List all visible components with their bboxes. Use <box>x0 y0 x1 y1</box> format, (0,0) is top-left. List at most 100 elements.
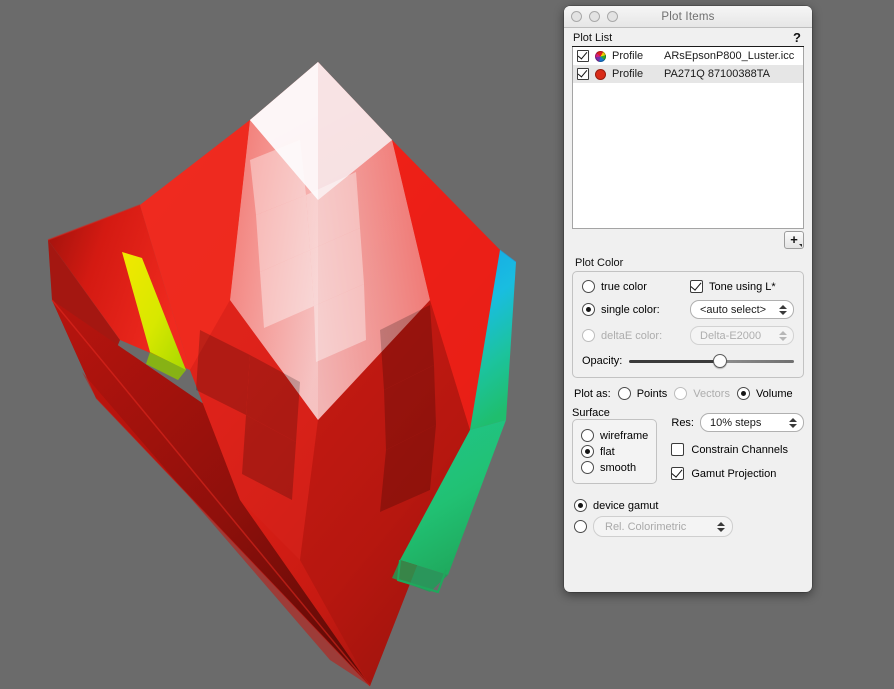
stepper-arrows-icon[interactable] <box>779 330 789 341</box>
plot-color-group: Plot Color true color Tone using L* sing… <box>572 257 804 378</box>
plot-as-volume-row[interactable]: Volume <box>736 387 793 400</box>
gamut-projection-row[interactable]: Gamut Projection <box>671 467 804 480</box>
res-value: 10% steps <box>710 416 762 429</box>
plot-as-vectors-radio[interactable] <box>674 387 688 400</box>
intent-select[interactable]: Rel. Colorimetric <box>593 516 733 537</box>
device-gamut-row[interactable]: device gamut <box>574 499 804 512</box>
surface-flat-label: flat <box>600 445 615 458</box>
single-color-radio[interactable] <box>582 303 595 316</box>
surface-wireframe-label: wireframe <box>600 429 649 442</box>
plot-as-label: Plot as: <box>574 387 611 400</box>
opacity-slider[interactable] <box>629 354 794 368</box>
intent-row[interactable]: Rel. Colorimetric <box>574 516 804 537</box>
opacity-label: Opacity: <box>582 355 623 367</box>
stepper-arrows-icon[interactable] <box>779 304 789 315</box>
gamut-projection-label: Gamut Projection <box>691 467 777 480</box>
gamut-main-volume <box>140 62 500 686</box>
true-color-radio[interactable] <box>582 280 595 293</box>
plot-as-volume-label: Volume <box>755 387 793 400</box>
window-body: Plot List ? Profile ARsEpsonP800_Luster.… <box>564 28 812 592</box>
intent-radio[interactable] <box>574 520 587 533</box>
stepper-arrows-icon[interactable] <box>789 417 799 428</box>
row-checkbox[interactable] <box>577 68 589 80</box>
slider-knob[interactable] <box>712 354 727 368</box>
tone-using-l-label: Tone using L* <box>709 280 776 293</box>
plot-color-box: true color Tone using L* single color: <… <box>572 271 804 378</box>
deltae-color-select[interactable]: Delta-E2000 <box>690 326 794 345</box>
plot-list-label: Plot List <box>573 32 613 44</box>
surface-flat-radio[interactable] <box>581 445 594 458</box>
window-titlebar[interactable]: Plot Items <box>564 6 812 28</box>
plot-items-window: Plot Items Plot List ? Profile ARsEpsonP… <box>564 6 812 592</box>
single-color-select[interactable]: <auto select> <box>690 300 794 319</box>
deltae-color-radio-row[interactable]: deltaE color: <box>582 329 690 342</box>
deltae-color-radio[interactable] <box>582 329 595 342</box>
res-select[interactable]: 10% steps <box>700 413 804 432</box>
surface-smooth-label: smooth <box>600 461 637 474</box>
surface-smooth-row[interactable]: smooth <box>581 461 648 474</box>
red-circle-icon <box>595 68 606 80</box>
plot-list-header: Plot List ? <box>572 28 804 47</box>
stepper-arrows-icon[interactable] <box>717 521 727 532</box>
device-gamut-radio[interactable] <box>574 499 587 512</box>
surface-wireframe-radio[interactable] <box>581 429 594 442</box>
list-item-kind: Profile <box>612 50 644 62</box>
plot-list[interactable]: Profile ARsEpsonP800_Luster.icc Profile … <box>572 47 804 229</box>
plot-as-points-label: Points <box>636 387 668 400</box>
gamut-projection-checkbox[interactable] <box>671 467 685 480</box>
row-checkbox[interactable] <box>577 50 589 62</box>
gamut-3d-plot[interactable] <box>0 0 560 689</box>
surface-smooth-radio[interactable] <box>581 461 594 474</box>
surface-label: Surface <box>572 407 610 419</box>
plot-list-footer: + <box>572 231 804 249</box>
res-label: Res: <box>671 416 694 429</box>
color-wheel-icon <box>595 50 606 62</box>
options-panel: Res: 10% steps Constrain Channels Gamut … <box>671 407 804 484</box>
tone-using-l-checkbox[interactable] <box>690 280 703 293</box>
list-item[interactable]: Profile PA271Q 87100388TA <box>573 65 803 83</box>
zoom-button[interactable] <box>607 11 618 22</box>
res-row: Res: 10% steps <box>671 413 804 432</box>
device-gamut-label: device gamut <box>593 499 659 512</box>
plot-color-grid: true color Tone using L* single color: <… <box>582 280 794 345</box>
single-color-label: single color: <box>601 303 660 316</box>
surface-flat-row[interactable]: flat <box>581 445 648 458</box>
minimize-button[interactable] <box>589 11 600 22</box>
slider-track-filled <box>629 360 720 363</box>
constrain-channels-row[interactable]: Constrain Channels <box>671 443 804 456</box>
constrain-channels-label: Constrain Channels <box>691 443 788 456</box>
list-item[interactable]: Profile ARsEpsonP800_Luster.icc <box>573 47 803 65</box>
opacity-row: Opacity: <box>582 354 794 368</box>
surface-group: Surface wireframe flat smooth <box>572 407 658 484</box>
help-icon[interactable]: ? <box>793 31 803 44</box>
slider-track-remainder <box>719 360 794 363</box>
plot-as-points-row[interactable]: Points <box>617 387 668 400</box>
tone-using-l-row[interactable]: Tone using L* <box>690 280 794 293</box>
true-color-radio-row[interactable]: true color <box>582 280 690 293</box>
plot-as-vectors-label: Vectors <box>693 387 730 400</box>
add-plot-label: + <box>790 232 798 247</box>
plot-as-points-radio[interactable] <box>617 387 631 400</box>
traffic-light-group <box>564 11 618 22</box>
list-item-kind: Profile <box>612 68 644 80</box>
plot-as-vectors-row[interactable]: Vectors <box>674 387 730 400</box>
single-color-radio-row[interactable]: single color: <box>582 303 690 316</box>
surface-wireframe-row[interactable]: wireframe <box>581 429 648 442</box>
list-item-name: ARsEpsonP800_Luster.icc <box>664 50 795 62</box>
surface-and-options: Surface wireframe flat smooth Res: 10% s… <box>572 407 804 484</box>
surface-box: wireframe flat smooth <box>572 419 658 484</box>
true-color-label: true color <box>601 280 647 293</box>
deltae-color-value: Delta-E2000 <box>700 329 762 342</box>
deltae-color-label: deltaE color: <box>601 329 663 342</box>
list-item-name: PA271Q 87100388TA <box>664 68 771 80</box>
gamut-source-group: device gamut Rel. Colorimetric <box>572 495 804 541</box>
single-color-value: <auto select> <box>700 303 767 316</box>
chevron-down-icon <box>798 244 802 247</box>
add-plot-button[interactable]: + <box>784 231 804 249</box>
plot-as-row: Plot as: Points Vectors Volume <box>572 387 804 400</box>
intent-value: Rel. Colorimetric <box>605 520 687 533</box>
close-button[interactable] <box>571 11 582 22</box>
constrain-channels-checkbox[interactable] <box>671 443 685 456</box>
plot-color-label: Plot Color <box>575 257 624 269</box>
plot-as-volume-radio[interactable] <box>736 387 750 400</box>
